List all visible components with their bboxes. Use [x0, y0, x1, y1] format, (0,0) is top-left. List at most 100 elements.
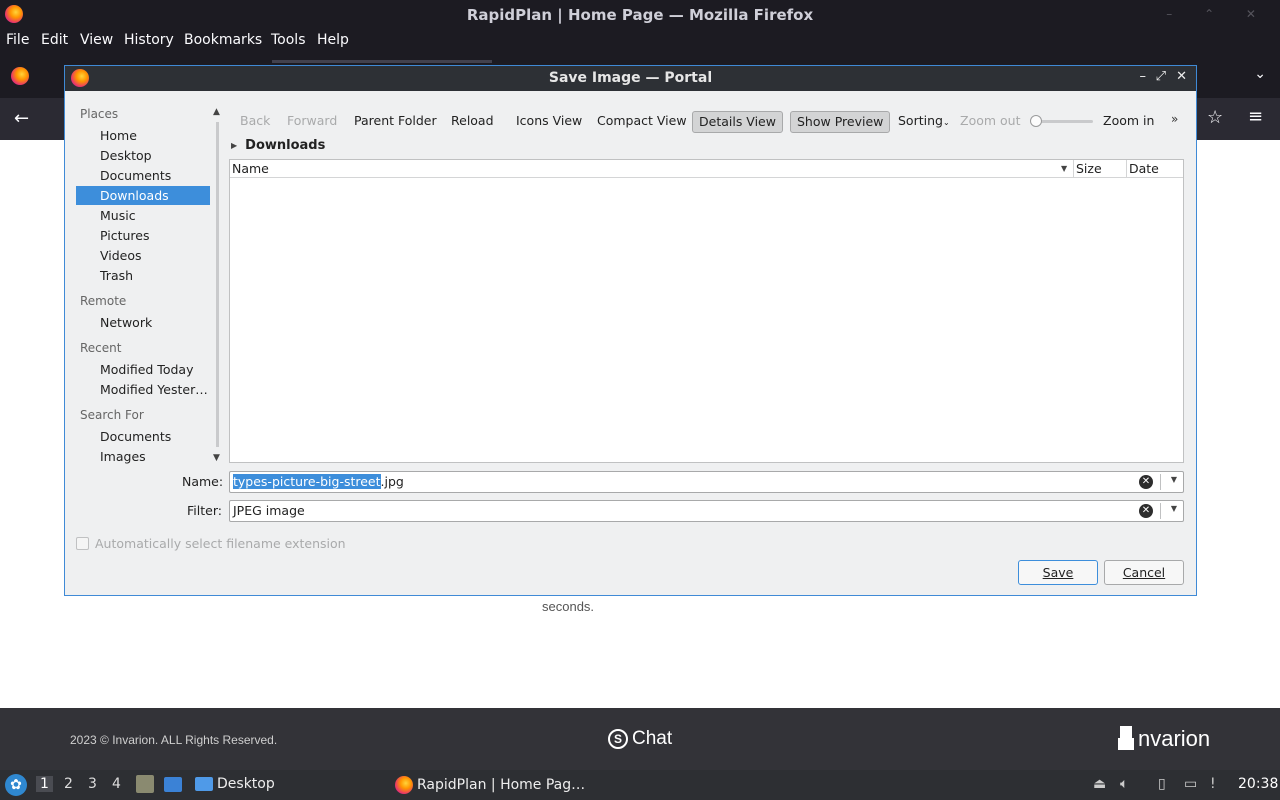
scroll-up-arrow-icon[interactable]: ▲	[213, 107, 220, 117]
filename-dropdown-icon[interactable]: ▼	[1171, 475, 1177, 484]
details-view-button[interactable]: Details View	[692, 111, 783, 133]
places-item-downloads[interactable]: Downloads	[76, 186, 210, 205]
clipboard-icon[interactable]: ▯	[1158, 776, 1166, 792]
places-item-trash[interactable]: Trash	[76, 266, 210, 285]
places-panel: Places Home Desktop Documents Downloads …	[76, 105, 212, 465]
footer-copyright: 2023 © Invarion. ALL Rights Reserved.	[70, 733, 278, 747]
invarion-logo: nvarion	[1118, 726, 1210, 752]
zoom-slider[interactable]	[1030, 115, 1093, 127]
more-toolbar-icon[interactable]: »	[1171, 112, 1178, 126]
places-item-search-images[interactable]: Images	[76, 447, 210, 466]
show-preview-button[interactable]: Show Preview	[790, 111, 891, 133]
menu-tools[interactable]: Tools	[271, 32, 306, 48]
places-item-home[interactable]: Home	[76, 126, 210, 145]
places-item-pictures[interactable]: Pictures	[76, 226, 210, 245]
zoom-in-button[interactable]: Zoom in	[1097, 111, 1160, 133]
clear-filter-icon[interactable]: ✕	[1139, 504, 1153, 518]
firefox-view-icon[interactable]	[11, 67, 29, 85]
taskbar-desktop[interactable]: Desktop	[195, 776, 275, 792]
active-tab-indicator	[272, 60, 492, 63]
breadcrumb-current: Downloads	[245, 138, 326, 153]
list-all-tabs-icon[interactable]: ⌄	[1254, 66, 1266, 82]
bookmark-star-icon[interactable]: ☆	[1207, 107, 1223, 128]
places-item-music[interactable]: Music	[76, 206, 210, 225]
filter-select[interactable]: JPEG image ✕ ▼	[229, 500, 1184, 522]
file-list[interactable]: Name ▼ Size Date	[229, 159, 1184, 463]
hamburger-menu-icon[interactable]: ≡	[1248, 106, 1263, 127]
volume-icon[interactable]: 🔈︎	[1120, 776, 1128, 792]
page-footer: 2023 © Invarion. ALL Rights Reserved. S …	[0, 708, 1280, 770]
column-size[interactable]: Size	[1074, 160, 1127, 178]
clear-filename-icon[interactable]: ✕	[1139, 475, 1153, 489]
column-date[interactable]: Date	[1127, 160, 1183, 178]
column-name[interactable]: Name	[230, 160, 1073, 178]
save-image-dialog: Save Image — Portal – ⤢ ✕ Places Home De…	[64, 65, 1197, 596]
places-heading: Places	[80, 107, 119, 121]
places-item-documents[interactable]: Documents	[76, 166, 210, 185]
start-menu-icon[interactable]: ✿	[5, 774, 27, 796]
places-scrollbar[interactable]: ▲ ▼	[212, 107, 224, 463]
scroll-track[interactable]	[216, 122, 219, 447]
sorting-button[interactable]: Sorting⌄	[892, 111, 956, 133]
workspace-4[interactable]: 4	[112, 776, 121, 792]
brand-text: nvarion	[1138, 726, 1211, 751]
network-icon[interactable]: ▭	[1184, 776, 1197, 792]
places-item-search-documents[interactable]: Documents	[76, 427, 210, 446]
places-item-modified-today[interactable]: Modified Today	[76, 360, 210, 379]
places-item-network[interactable]: Network	[76, 313, 210, 332]
cancel-button-label: Cancel	[1122, 565, 1166, 580]
auto-extension-checkbox[interactable]	[76, 537, 89, 550]
menu-help[interactable]: Help	[317, 32, 349, 48]
menu-edit[interactable]: Edit	[41, 32, 68, 48]
back-button[interactable]: Back	[234, 111, 276, 133]
menu-bar: File Edit View History Bookmarks Tools H…	[0, 29, 1280, 53]
parent-folder-button[interactable]: Parent Folder	[348, 111, 443, 133]
forward-button[interactable]: Forward	[281, 111, 343, 133]
save-button-label: Save	[1042, 565, 1074, 580]
workspace-1[interactable]: 1	[36, 776, 53, 792]
sort-descending-icon: ▼	[1061, 164, 1068, 173]
maximize-icon[interactable]: ⤢	[1156, 69, 1166, 84]
compact-view-button[interactable]: Compact View	[591, 111, 693, 133]
zoom-out-button[interactable]: Zoom out	[954, 111, 1026, 133]
menu-history[interactable]: History	[124, 32, 174, 48]
close-icon[interactable]: ✕	[1176, 69, 1187, 84]
workspace-2[interactable]: 2	[64, 776, 73, 792]
filter-dropdown-icon[interactable]: ▼	[1171, 504, 1177, 513]
breadcrumb[interactable]: ▶ Downloads	[231, 138, 325, 153]
menu-bookmarks[interactable]: Bookmarks	[184, 32, 262, 48]
remote-heading: Remote	[80, 294, 127, 308]
filter-label: Filter:	[187, 503, 222, 518]
places-item-desktop[interactable]: Desktop	[76, 146, 210, 165]
menu-file[interactable]: File	[6, 32, 29, 48]
recent-heading: Recent	[80, 341, 122, 355]
invarion-mark-icon	[1118, 726, 1136, 752]
menu-view[interactable]: View	[80, 32, 113, 48]
window-controls[interactable]: – ⌃ ✕	[1166, 7, 1270, 21]
skype-icon: S	[608, 729, 628, 749]
scroll-down-arrow-icon[interactable]: ▼	[213, 453, 220, 463]
icons-view-button[interactable]: Icons View	[510, 111, 588, 133]
back-arrow-icon[interactable]: ←	[14, 108, 29, 129]
file-manager-icon[interactable]	[136, 775, 154, 793]
places-item-modified-yesterday[interactable]: Modified Yester…	[76, 380, 210, 399]
filename-input[interactable]: types-picture-big-street.jpg ✕ ▼	[229, 471, 1184, 493]
reload-button[interactable]: Reload	[445, 111, 500, 133]
taskbar-firefox-task[interactable]: RapidPlan | Home Pag…	[395, 776, 585, 794]
notification-icon[interactable]: !	[1210, 776, 1216, 792]
chat-label: Chat	[632, 728, 673, 749]
chat-button[interactable]: S Chat	[608, 728, 672, 750]
save-button[interactable]: Save	[1018, 560, 1098, 585]
cancel-button[interactable]: Cancel	[1104, 560, 1184, 585]
auto-extension-option[interactable]: Automatically select filename extension	[76, 536, 346, 551]
places-item-videos[interactable]: Videos	[76, 246, 210, 265]
dropdown-separator	[1160, 474, 1161, 490]
expand-triangle-icon: ▶	[231, 141, 238, 150]
show-desktop-icon[interactable]	[164, 777, 182, 792]
filter-value: JPEG image	[233, 503, 305, 518]
zoom-slider-handle[interactable]	[1030, 115, 1042, 127]
tray-upload-icon[interactable]: ⏏	[1093, 776, 1106, 792]
filename-extension-text: .jpg	[380, 474, 404, 489]
workspace-3[interactable]: 3	[88, 776, 97, 792]
minimize-icon[interactable]: –	[1140, 69, 1147, 84]
